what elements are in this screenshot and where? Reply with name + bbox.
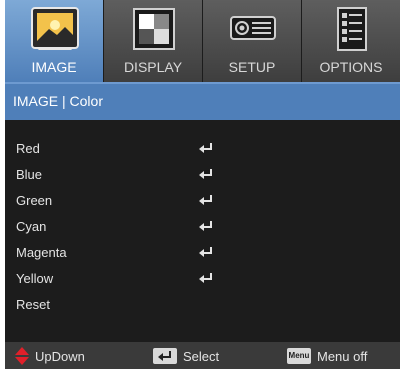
- tab-setup[interactable]: SETUP: [203, 0, 301, 82]
- enter-icon: [199, 273, 212, 283]
- options-icon: [337, 7, 367, 51]
- tab-display[interactable]: DISPLAY: [104, 0, 202, 82]
- menu-item-magenta[interactable]: Magenta: [5, 232, 400, 260]
- menu-item-blue[interactable]: Blue: [5, 154, 400, 182]
- menu-key-icon: Menu: [287, 348, 311, 364]
- hint-select-label: Select: [183, 348, 220, 364]
- menu-item-green[interactable]: Green: [5, 180, 400, 208]
- hint-updown: UpDown: [15, 346, 85, 366]
- tab-bar: IMAGE DISPLAY SETUP OPTIONS: [5, 0, 400, 82]
- image-icon: [31, 7, 79, 50]
- tab-display-label: DISPLAY: [123, 59, 183, 75]
- projector-icon: [230, 16, 276, 40]
- osd-menu: IMAGE DISPLAY SETUP OPTIONS IMAGE | Colo…: [5, 0, 400, 369]
- updown-arrow-icon: [15, 347, 29, 365]
- menu-item-label: Reset: [16, 297, 50, 312]
- footer-hints: UpDown Select Menu Menu off: [5, 342, 400, 369]
- menu-item-red[interactable]: Red: [5, 128, 400, 156]
- menu-item-cyan[interactable]: Cyan: [5, 206, 400, 234]
- menu-item-yellow[interactable]: Yellow: [5, 258, 400, 286]
- display-icon: [133, 8, 175, 50]
- enter-icon: [199, 143, 212, 153]
- enter-icon: [199, 247, 212, 257]
- menu-list: Red Blue Green Cyan Magenta Yellow Reset: [5, 128, 400, 312]
- menu-item-reset[interactable]: Reset: [5, 284, 400, 312]
- breadcrumb-header: IMAGE | Color: [5, 82, 400, 120]
- hint-menu: Menu Menu off: [287, 346, 367, 366]
- tab-setup-label: SETUP: [228, 59, 276, 75]
- enter-icon: [199, 221, 212, 231]
- enter-icon: [199, 169, 212, 179]
- tab-image-label: IMAGE: [31, 59, 77, 75]
- tab-options[interactable]: OPTIONS: [302, 0, 400, 82]
- page-title: IMAGE | Color: [13, 93, 103, 109]
- tab-options-label: OPTIONS: [319, 59, 383, 75]
- hint-updown-label: UpDown: [35, 348, 85, 364]
- enter-icon: [199, 195, 212, 205]
- hint-select: Select: [153, 346, 219, 366]
- tab-image[interactable]: IMAGE: [5, 0, 103, 82]
- hint-menu-label: Menu off: [317, 348, 368, 364]
- enter-key-icon: [153, 348, 177, 364]
